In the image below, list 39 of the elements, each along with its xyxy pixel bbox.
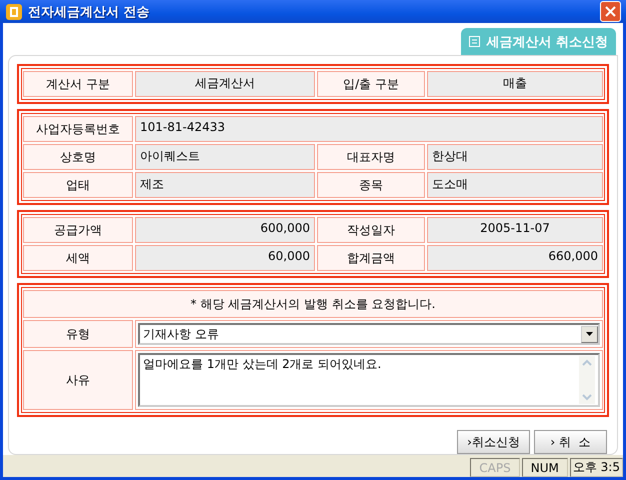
field-value: 600,000 bbox=[135, 217, 315, 243]
field-value: 60,000 bbox=[135, 245, 315, 271]
field-label: 공급가액 bbox=[23, 217, 133, 243]
field-label: 작성일자 bbox=[317, 217, 425, 243]
field-label: 업태 bbox=[23, 172, 133, 198]
status-indicator: NUM bbox=[522, 458, 568, 477]
field-label: 합계금액 bbox=[317, 245, 425, 271]
field-label: 사유 bbox=[23, 350, 133, 410]
field-label: 대표자명 bbox=[317, 144, 425, 170]
field-value: 세금계산서 bbox=[135, 71, 315, 97]
cancel-button[interactable]: › 취 소 bbox=[534, 430, 607, 454]
field-value: 660,000 bbox=[427, 245, 603, 271]
close-button[interactable] bbox=[600, 1, 621, 22]
notice-text: * 해당 세금계산서의 발행 취소를 요청합니다. bbox=[23, 290, 603, 318]
reason-textarea[interactable]: 얼마에요를 1개만 샀는데 2개로 되어있네요. bbox=[138, 353, 600, 407]
field-value: 2005-11-07 bbox=[427, 217, 603, 243]
request-cancel-button[interactable]: ›취소신청 bbox=[457, 430, 530, 454]
field-value: 매출 bbox=[427, 71, 603, 97]
caret-icon bbox=[586, 332, 593, 336]
field-value: 101-81-42433 bbox=[135, 116, 603, 142]
field-label: 유형 bbox=[23, 320, 133, 348]
field-label: 입/출 구분 bbox=[317, 71, 425, 97]
window-title: 전자세금계산서 전송 bbox=[28, 4, 151, 20]
close-icon bbox=[605, 6, 616, 17]
scrollbar[interactable] bbox=[579, 356, 595, 404]
app-icon bbox=[6, 4, 22, 20]
field-label: 종목 bbox=[317, 172, 425, 198]
field-label: 사업자등록번호 bbox=[23, 116, 133, 142]
field-label: 세액 bbox=[23, 245, 133, 271]
field-label: 계산서 구분 bbox=[23, 71, 133, 97]
field-value: 제조 bbox=[135, 172, 315, 198]
field-label: 상호명 bbox=[23, 144, 133, 170]
field-value: 도소매 bbox=[427, 172, 603, 198]
clock-text: 오후 3:5 bbox=[570, 458, 623, 477]
form-icon bbox=[469, 36, 480, 47]
type-dropdown[interactable]: 기재사항 오류 bbox=[138, 323, 600, 345]
field-value: 한상대 bbox=[427, 144, 603, 170]
field-value: 아이퀘스트 bbox=[135, 144, 315, 170]
status-indicator: CAPS bbox=[470, 458, 520, 477]
